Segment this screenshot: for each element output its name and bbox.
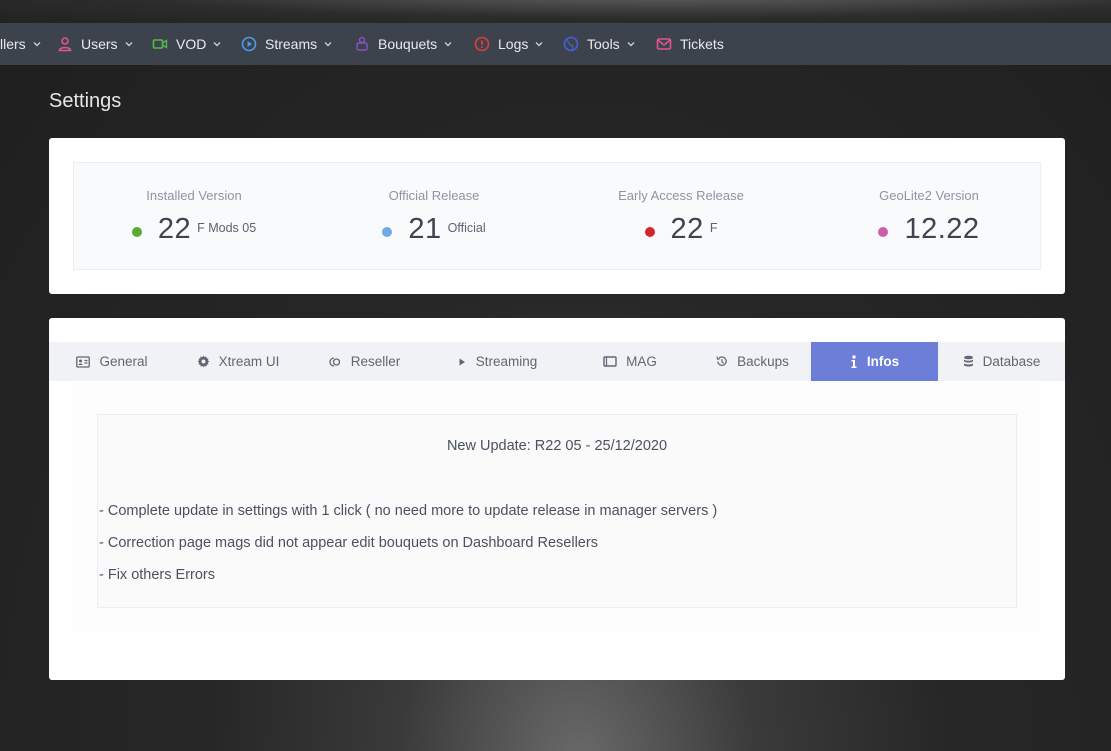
status-dot-icon <box>644 226 655 237</box>
chevron-down-icon <box>212 39 222 49</box>
nav-item-label: Tools <box>587 36 620 52</box>
nav-item-tickets[interactable]: Tickets <box>656 23 724 65</box>
settings-tabs: General Xtream UI Reseller Streaming MAG… <box>49 342 1065 381</box>
tab-xtream-ui[interactable]: Xtream UI <box>175 342 301 381</box>
version-label: GeoLite2 Version <box>879 188 979 203</box>
database-icon <box>963 355 974 368</box>
page-title: Settings <box>49 90 122 112</box>
top-navbar: llers Users VOD Streams Bouquets Logs To… <box>0 23 1111 65</box>
tab-streaming[interactable]: Streaming <box>427 342 567 381</box>
chevron-down-icon <box>323 39 333 49</box>
status-dot-icon <box>878 226 889 237</box>
tab-label: Streaming <box>475 354 538 369</box>
nav-item-users[interactable]: Users <box>57 23 134 65</box>
info-icon <box>850 354 858 369</box>
gear-icon <box>197 355 210 368</box>
settings-card: General Xtream UI Reseller Streaming MAG… <box>49 318 1065 680</box>
version-suffix: Official <box>447 220 486 235</box>
nav-item-logs[interactable]: Logs <box>474 23 544 65</box>
play-icon <box>457 357 467 367</box>
globe-icon <box>563 36 579 52</box>
version-suffix: F <box>709 220 718 235</box>
update-note: - Complete update in settings with 1 cli… <box>99 503 718 519</box>
nav-item-streams[interactable]: Streams <box>241 23 333 65</box>
id-card-icon <box>76 355 91 368</box>
version-label: Official Release <box>388 188 480 203</box>
update-title: New Update: R22 05 - 25/12/2020 <box>446 438 668 454</box>
nav-item-label: Tickets <box>680 36 724 52</box>
chevron-down-icon <box>626 39 636 49</box>
version-geolite2: GeoLite2 Version 12.22 <box>809 163 1049 269</box>
version-label: Installed Version <box>146 188 242 203</box>
version-number: 21 <box>408 213 442 245</box>
tab-label: Reseller <box>350 354 401 369</box>
tab-mag[interactable]: MAG <box>567 342 693 381</box>
top-background <box>0 0 1111 23</box>
versions-panel: Installed Version 22 F Mods 05 Official … <box>73 162 1041 270</box>
nav-item-label: llers <box>0 36 26 52</box>
nav-item-bouquets[interactable]: Bouquets <box>354 23 453 65</box>
version-number: 22 <box>670 213 704 245</box>
tab-label: Xtream UI <box>218 354 280 369</box>
version-suffix: F Mods 05 <box>197 220 257 235</box>
nav-item-tools[interactable]: Tools <box>563 23 636 65</box>
version-number: 22 <box>157 213 192 245</box>
nav-item-resellers[interactable]: llers <box>0 23 42 65</box>
version-official: Official Release 21 Official <box>314 163 554 269</box>
nav-item-label: Bouquets <box>378 36 438 52</box>
update-info-box: New Update: R22 05 - 25/12/2020 - Comple… <box>97 414 1017 608</box>
history-icon <box>715 355 728 368</box>
tab-label: MAG <box>626 354 657 369</box>
nav-item-label: Users <box>81 36 118 52</box>
version-number: 12.22 <box>904 213 980 245</box>
tab-reseller[interactable]: Reseller <box>301 342 427 381</box>
tab-label: Database <box>982 354 1041 369</box>
tab-backups[interactable]: Backups <box>693 342 811 381</box>
infos-content: New Update: R22 05 - 25/12/2020 - Comple… <box>73 381 1041 632</box>
status-dot-icon <box>131 226 142 237</box>
chevron-down-icon <box>124 39 134 49</box>
video-icon <box>152 36 168 52</box>
chevron-down-icon <box>443 39 453 49</box>
play-circle-icon <box>241 36 257 52</box>
tab-label: Backups <box>737 354 789 369</box>
tab-general[interactable]: General <box>49 342 175 381</box>
nav-item-vod[interactable]: VOD <box>152 23 222 65</box>
tab-label: General <box>99 354 148 369</box>
user-icon <box>57 36 73 52</box>
version-installed: Installed Version 22 F Mods 05 <box>74 163 314 269</box>
nav-item-label: Streams <box>265 36 318 52</box>
alert-circle-icon <box>474 36 490 52</box>
nav-item-label: Logs <box>498 36 529 52</box>
mail-icon <box>656 36 672 52</box>
version-label: Early Access Release <box>618 188 744 203</box>
update-note: - Correction page mags did not appear ed… <box>99 535 598 551</box>
versions-card: Installed Version 22 F Mods 05 Official … <box>49 138 1065 294</box>
tab-label: Infos <box>866 354 900 369</box>
version-early-access: Early Access Release 22 F <box>561 163 801 269</box>
reseller-icon <box>328 356 342 368</box>
tablet-icon <box>603 356 617 367</box>
chevron-down-icon <box>534 39 544 49</box>
chevron-down-icon <box>32 39 42 49</box>
gift-icon <box>354 36 370 52</box>
nav-item-label: VOD <box>176 36 207 52</box>
update-note: - Fix others Errors <box>99 567 216 583</box>
tab-database[interactable]: Database <box>938 342 1065 381</box>
tab-infos[interactable]: Infos <box>811 342 938 381</box>
status-dot-icon <box>382 226 393 237</box>
